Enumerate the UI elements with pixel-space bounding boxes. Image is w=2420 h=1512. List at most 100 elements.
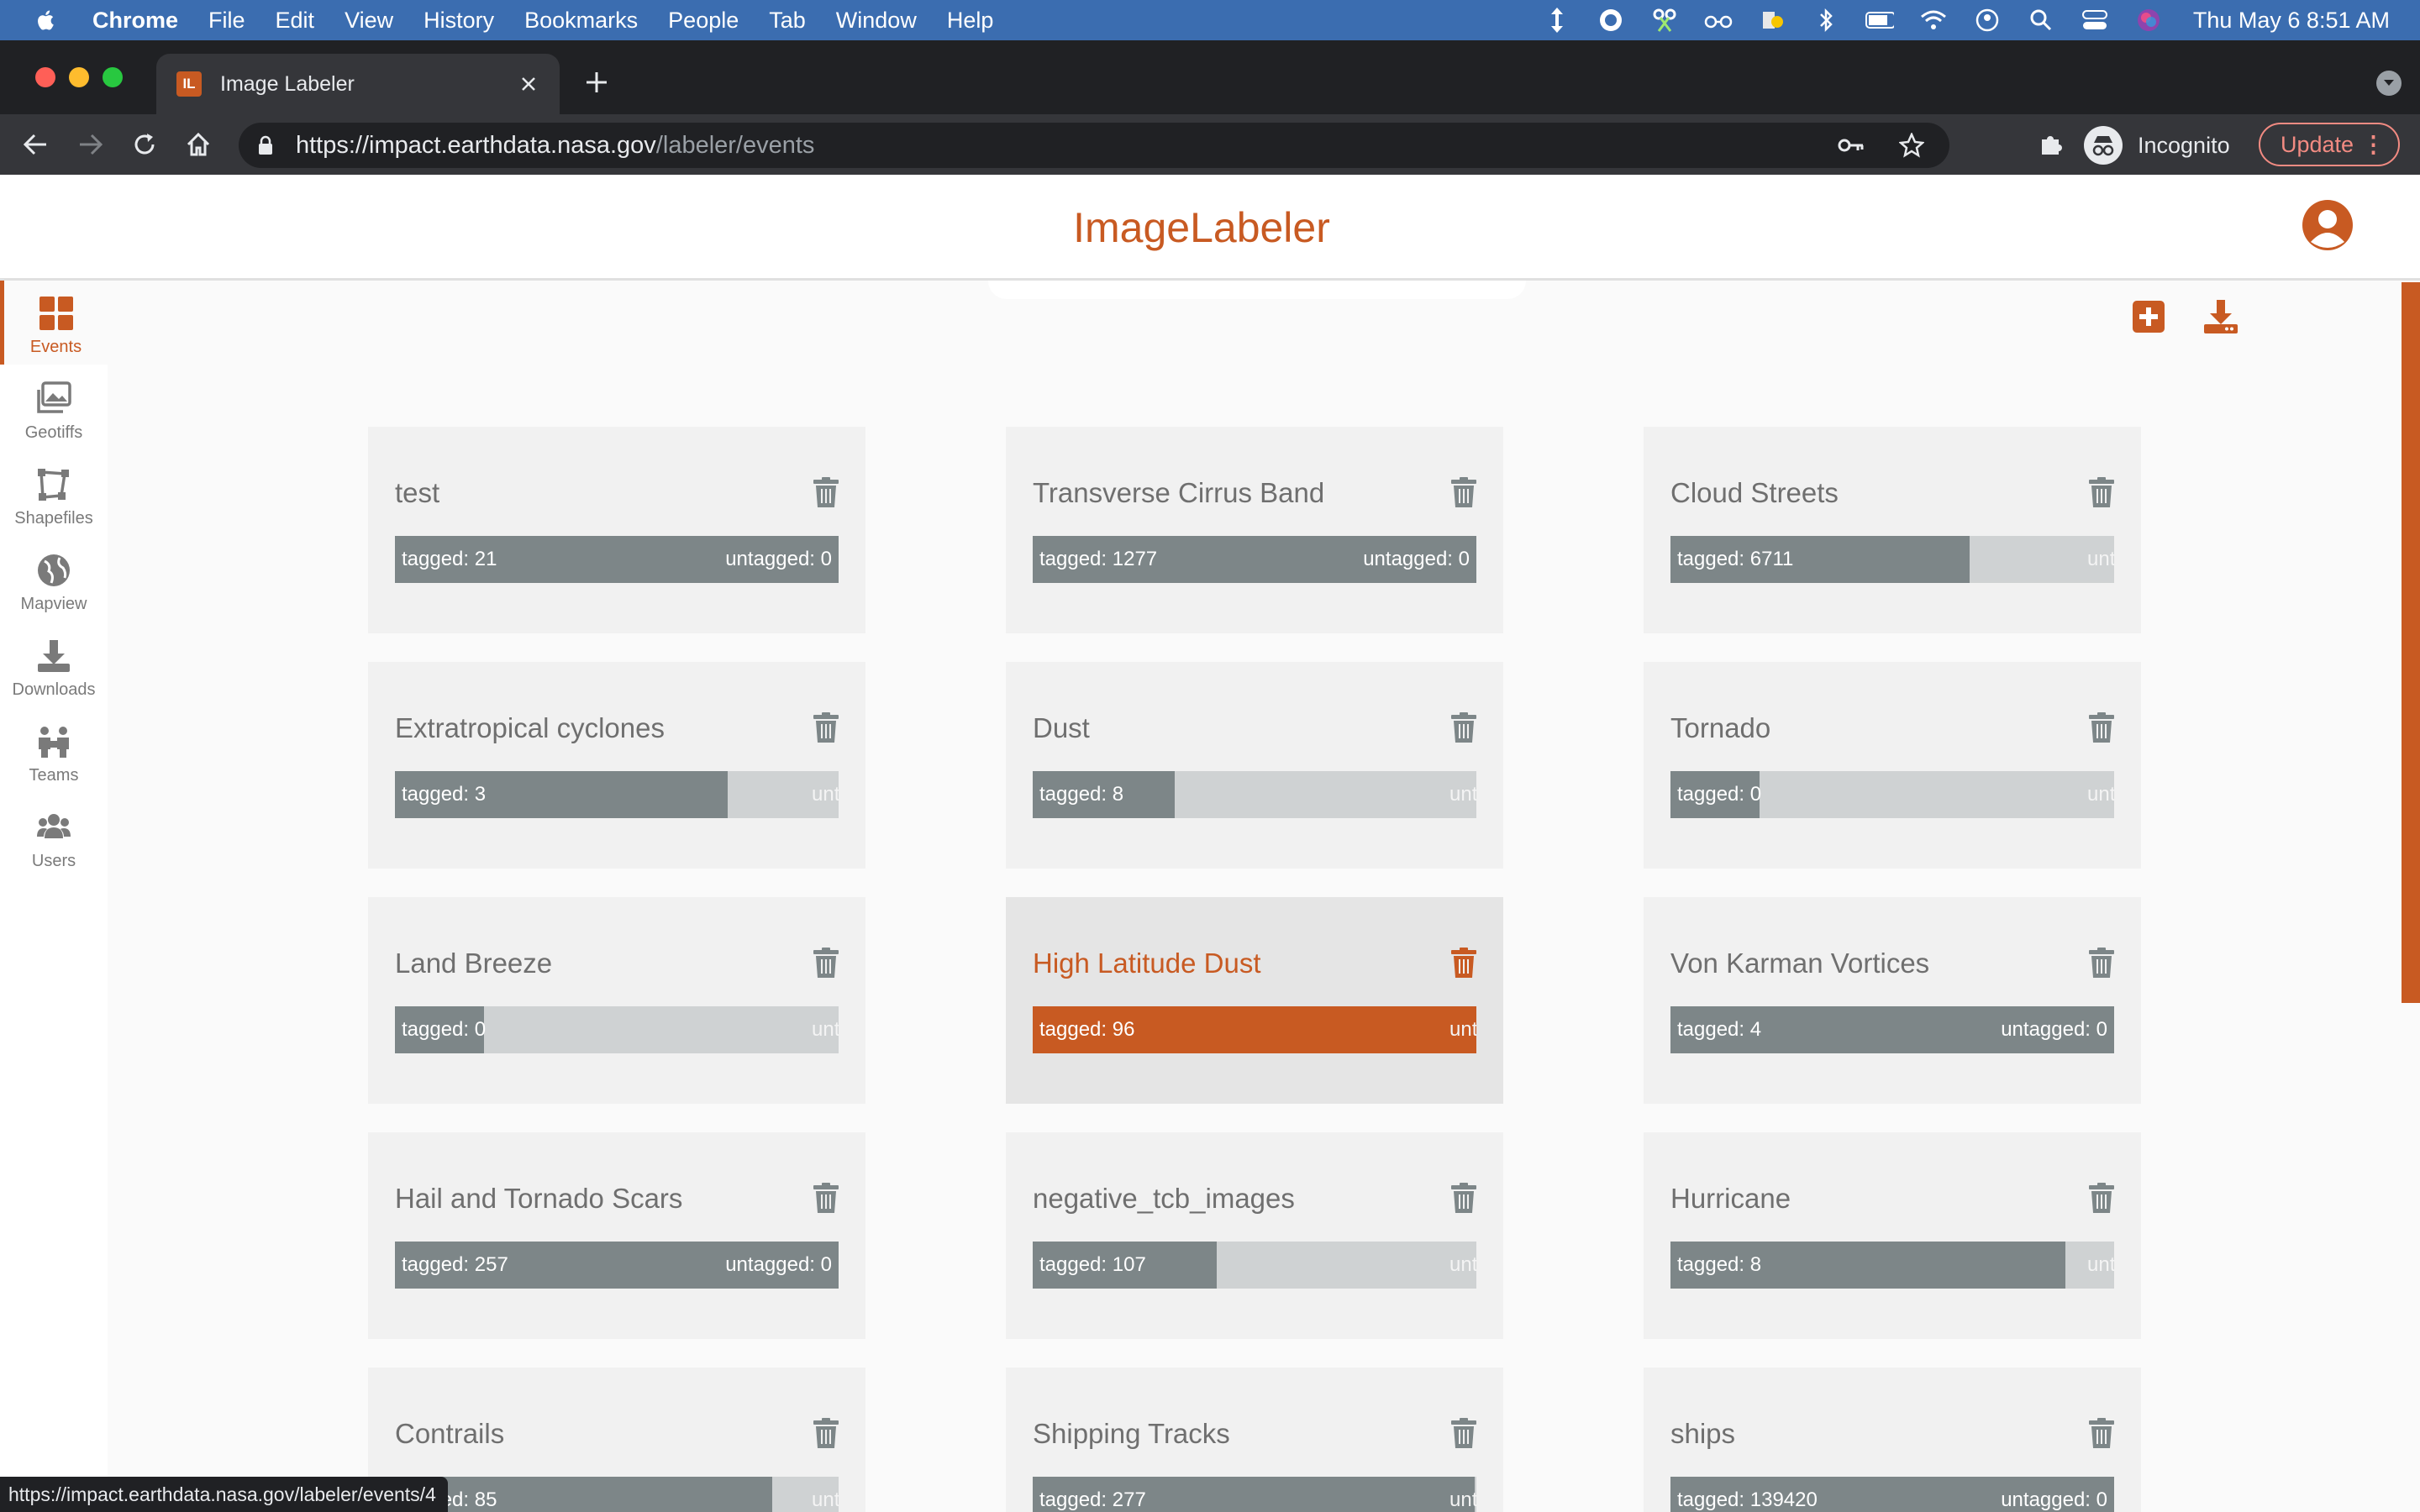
event-title[interactable]: Tornado [1670, 712, 1770, 744]
browser-tab[interactable]: IL Image Labeler [156, 54, 560, 114]
control-center-icon[interactable] [2081, 6, 2109, 34]
tag-progress-bar: tagged: 107 untagged: 151 [1033, 1242, 1476, 1289]
trash-icon[interactable] [813, 948, 839, 978]
event-card[interactable]: Cloud Streets tagged: 6711 untagged: 3233 [1644, 427, 2141, 633]
event-card[interactable]: ships tagged: 139420 untagged: 0 [1644, 1368, 2141, 1512]
trash-icon[interactable] [813, 712, 839, 743]
back-arrow-icon[interactable] [20, 129, 50, 160]
forward-arrow-icon[interactable] [76, 129, 106, 160]
event-title[interactable]: Land Breeze [395, 948, 552, 979]
glasses-icon[interactable] [1704, 6, 1733, 34]
extensions-icon[interactable] [2037, 129, 2065, 158]
event-title[interactable]: Cloud Streets [1670, 477, 1839, 509]
brand-title[interactable]: ImageLabeler [0, 203, 2403, 252]
sidebar-item-shapefiles[interactable]: Shapefiles [0, 452, 108, 536]
incognito-profile[interactable]: Incognito [2084, 123, 2230, 168]
event-title[interactable]: Shipping Tracks [1033, 1418, 1230, 1450]
trash-icon[interactable] [1451, 1183, 1476, 1213]
sidebar-item-geotiffs[interactable]: Geotiffs [0, 366, 108, 450]
trash-icon[interactable] [1451, 948, 1476, 978]
event-title[interactable]: Hail and Tornado Scars [395, 1183, 682, 1215]
menu-tab[interactable]: Tab [769, 8, 806, 34]
sidebar-item-events[interactable]: Events [0, 281, 108, 365]
menu-file[interactable]: File [208, 8, 245, 34]
sidebar-item-mapview[interactable]: Mapview [0, 538, 108, 622]
event-title[interactable]: Dust [1033, 712, 1090, 744]
event-card[interactable]: Tornado tagged: 0 untagged: 0 [1644, 662, 2141, 869]
sidebar-item-teams[interactable]: Teams [0, 709, 108, 793]
trash-icon[interactable] [2089, 1183, 2114, 1213]
update-button[interactable]: Update ⋮ [2259, 123, 2400, 166]
event-card[interactable]: High Latitude Dust tagged: 96 untagged: 1 [1006, 897, 1503, 1104]
event-card[interactable]: Von Karman Vortices tagged: 4 untagged: 0 [1644, 897, 2141, 1104]
trash-icon[interactable] [2089, 1418, 2114, 1448]
trash-icon[interactable] [813, 1183, 839, 1213]
event-title[interactable]: ships [1670, 1418, 1735, 1450]
trash-icon[interactable] [1451, 477, 1476, 507]
trash-icon[interactable] [2089, 712, 2114, 743]
event-card[interactable]: Hurricane tagged: 8 untagged: 1 [1644, 1132, 2141, 1339]
close-window-button[interactable] [35, 67, 55, 87]
page-scrollbar-thumb[interactable] [2402, 282, 2420, 1003]
key-icon[interactable] [1837, 131, 1865, 160]
menu-people[interactable]: People [668, 8, 739, 34]
apple-icon[interactable] [34, 5, 64, 35]
event-title[interactable]: negative_tcb_images [1033, 1183, 1295, 1215]
spotlight-search-icon[interactable] [2027, 6, 2055, 34]
siri-icon[interactable] [2134, 6, 2163, 34]
bell-status-icon[interactable] [1758, 6, 1786, 34]
event-card[interactable]: Hail and Tornado Scars tagged: 257 untagge… [368, 1132, 865, 1339]
trash-icon[interactable] [1451, 1418, 1476, 1448]
trash-icon[interactable] [1451, 712, 1476, 743]
scissors-icon[interactable] [1650, 6, 1679, 34]
event-card[interactable]: Dust tagged: 8 untagged: 17 [1006, 662, 1503, 869]
tab-search-icon[interactable] [2376, 71, 2402, 96]
menu-history[interactable]: History [424, 8, 494, 34]
user-account-icon[interactable] [2301, 198, 2354, 252]
lock-icon[interactable] [257, 134, 279, 156]
zoom-window-button[interactable] [103, 67, 123, 87]
event-title[interactable]: Von Karman Vortices [1670, 948, 1929, 979]
more-vert-icon[interactable]: ⋮ [2362, 132, 2385, 158]
event-title[interactable]: Transverse Cirrus Band [1033, 477, 1324, 509]
event-card[interactable]: Shipping Tracks tagged: 277 untagged: 1 [1006, 1368, 1503, 1512]
user-switch-icon[interactable] [1973, 6, 2002, 34]
home-icon[interactable] [183, 129, 213, 160]
menubar-clock[interactable]: Thu May 6 8:51 AM [2193, 8, 2390, 34]
bluetooth-icon[interactable] [1812, 6, 1840, 34]
trash-icon[interactable] [813, 477, 839, 507]
reload-icon[interactable] [129, 129, 160, 160]
menu-app-name[interactable]: Chrome [92, 8, 178, 34]
sidebar-item-downloads[interactable]: Downloads [0, 623, 108, 707]
sidebar-item-users[interactable]: Users [0, 795, 108, 879]
battery-icon[interactable] [1865, 6, 1894, 34]
event-card[interactable]: negative_tcb_images tagged: 107 untagged: … [1006, 1132, 1503, 1339]
event-title[interactable]: High Latitude Dust [1033, 948, 1261, 979]
address-bar[interactable]: https://impact.earthdata.nasa.gov /label… [239, 123, 1949, 168]
minimize-window-button[interactable] [69, 67, 89, 87]
arrows-vertical-icon[interactable] [1543, 6, 1571, 34]
event-card[interactable]: Extratropical cyclones tagged: 3 untagged:… [368, 662, 865, 869]
event-card[interactable]: Land Breeze tagged: 0 untagged: 0 [368, 897, 865, 1104]
event-card[interactable]: test tagged: 21 untagged: 0 [368, 427, 865, 633]
event-title[interactable]: Extratropical cyclones [395, 712, 665, 744]
trash-icon[interactable] [2089, 948, 2114, 978]
menu-view[interactable]: View [345, 8, 393, 34]
menu-edit[interactable]: Edit [276, 8, 315, 34]
bookmark-star-icon[interactable] [1897, 131, 1926, 160]
close-tab-icon[interactable] [516, 71, 541, 97]
menu-window[interactable]: Window [836, 8, 917, 34]
new-tab-button[interactable] [580, 66, 613, 99]
globe-status-icon[interactable] [1597, 6, 1625, 34]
download-events-button[interactable] [2203, 299, 2238, 334]
trash-icon[interactable] [813, 1418, 839, 1448]
menu-bookmarks[interactable]: Bookmarks [524, 8, 638, 34]
event-title[interactable]: Hurricane [1670, 1183, 1791, 1215]
event-title[interactable]: Contrails [395, 1418, 504, 1450]
trash-icon[interactable] [2089, 477, 2114, 507]
event-card[interactable]: Transverse Cirrus Band tagged: 1277 untagg… [1006, 427, 1503, 633]
menu-help[interactable]: Help [947, 8, 994, 34]
event-title[interactable]: test [395, 477, 439, 509]
wifi-icon[interactable] [1919, 6, 1948, 34]
add-event-button[interactable] [2133, 301, 2165, 333]
